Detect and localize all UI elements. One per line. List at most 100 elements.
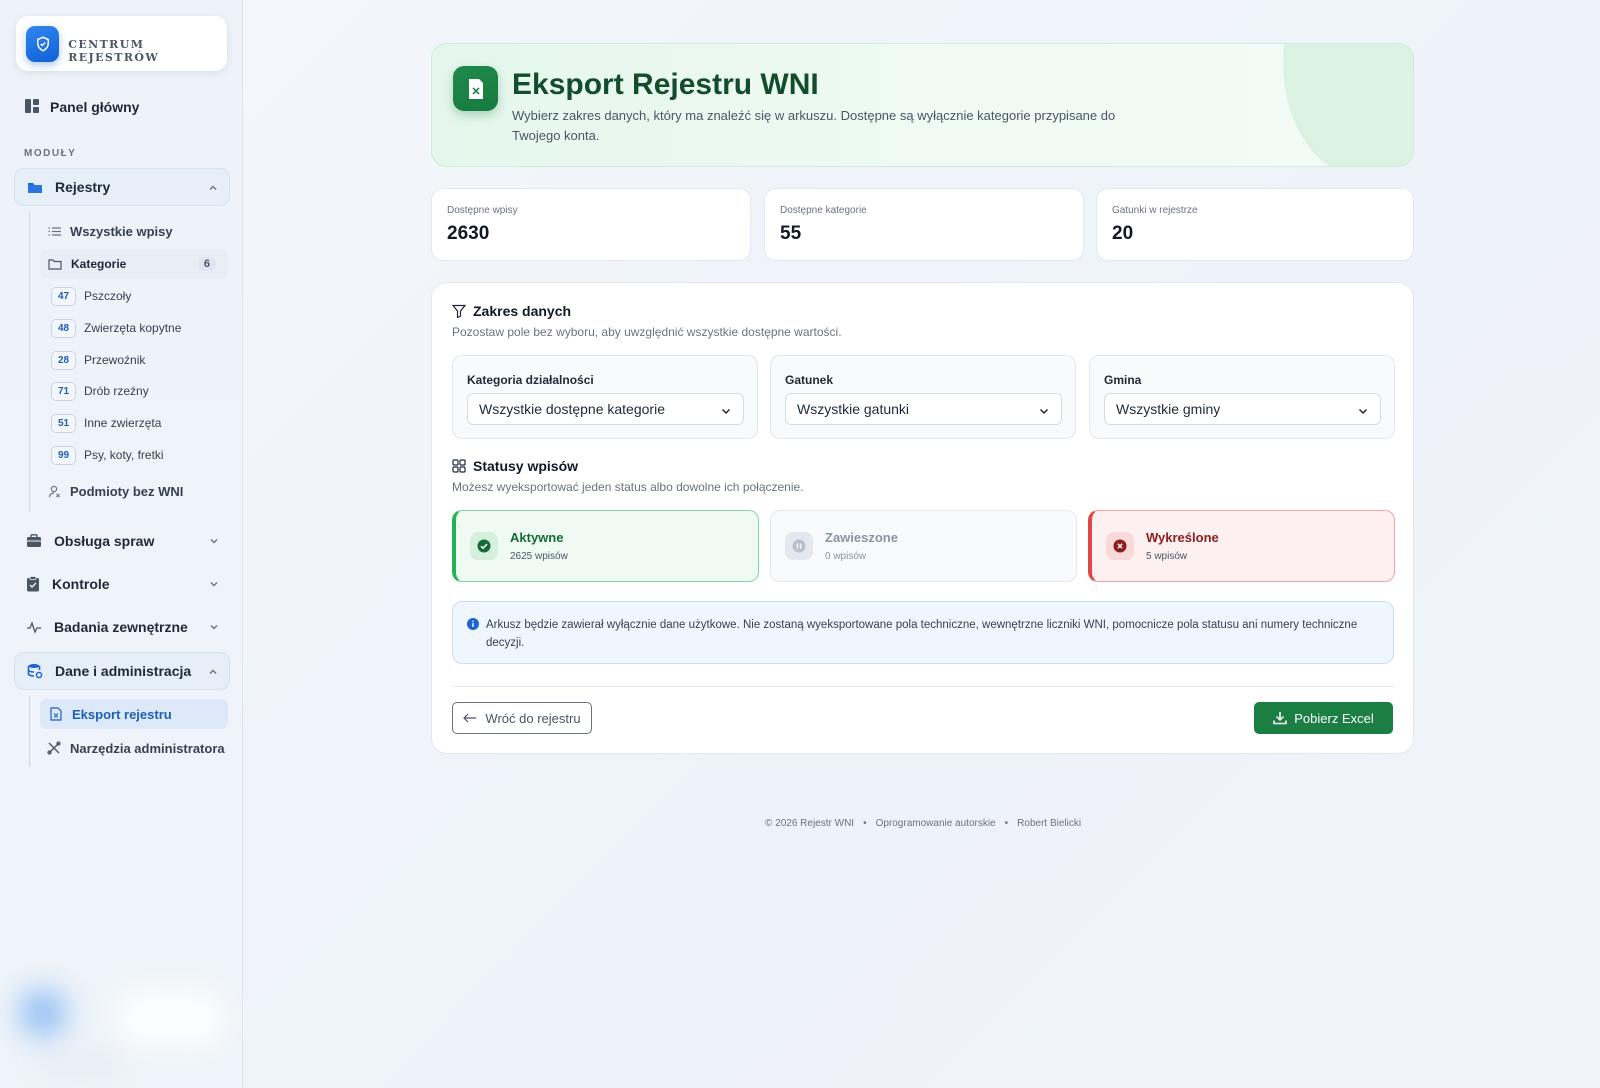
category-label: Przewoźnik [84,353,146,367]
nav-item-categories[interactable]: Kategorie 6 [40,250,228,278]
activity-icon [26,620,42,634]
stat-value: 55 [780,223,802,244]
nav-item-label: Narzędzia administratora [70,740,225,756]
select-value: Wszystkie gminy [1116,401,1221,417]
category-item[interactable]: 48 Zwierzęta kopytne [51,317,181,339]
page-subtitle: Wybierz zakres danych, który ma znaleźć … [512,108,1116,143]
back-to-registry-button[interactable]: Wróć do rejestru [452,702,592,734]
category-label: Zwierzęta kopytne [84,321,182,335]
nav-group-label: Kontrole [52,576,110,592]
section-title-text: Zakres danych [473,303,572,319]
footer-software: Oprogramowanie autorskie [875,818,996,829]
shield-icon [26,25,60,62]
category-code-badge: 47 [51,286,76,306]
stat-value: 20 [1112,223,1134,244]
status-toggle-suspended[interactable]: Zawieszone 0 wpisów [770,510,1077,582]
category-label: Pszczoły [84,289,132,303]
category-item[interactable]: 47 Pszczoły [51,285,131,307]
select-value: Wszystkie gatunki [797,401,910,417]
nav-group-label: Rejestry [55,179,111,195]
category-label: Psy, koty, fretki [84,448,164,462]
nav-item-no-wni[interactable]: Podmioty bez WNI [46,478,183,504]
chevron-down-icon [208,620,220,636]
status-toggle-deleted[interactable]: Wykreślone 5 wpisów [1088,510,1395,582]
nav-dashboard[interactable]: Panel główny [24,95,139,119]
municipality-select[interactable]: Wszystkie gminy [1104,393,1381,425]
grid-icon [452,459,466,473]
brand-name: CENTRUM REJESTRÓW [68,37,160,64]
nav-group-rejestry[interactable]: Rejestry [14,168,230,206]
status-count: 5 wpisów [1146,551,1188,562]
filter-label: Kategoria działalności [467,373,594,387]
folder-blue-icon [27,180,43,194]
category-code-badge: 99 [51,445,76,465]
brand-logo-card[interactable]: CENTRUM REJESTRÓW [16,16,227,71]
nav-group-obsluga[interactable]: Obsługa spraw [14,522,230,560]
section-title-range: Zakres danych [452,303,571,319]
nav-group-label: Dane i administracja [55,663,192,679]
button-label: Pobierz Excel [1294,710,1374,726]
nav-item-admin-tools[interactable]: Narzędzia administratora [46,735,225,761]
species-select[interactable]: Wszystkie gatunki [785,393,1062,425]
arrow-left-icon [463,713,477,723]
status-count: 0 wpisów [825,551,867,562]
hero-banner: Eksport Rejestru WNI Wybierz zakres dany… [431,43,1414,167]
nav-group-kontrole[interactable]: Kontrole [14,565,230,603]
chevron-up-icon [207,181,219,197]
nav-item-export[interactable]: Eksport rejestru [40,699,228,729]
status-toggle-active[interactable]: Aktywne 2625 wpisów [452,510,759,582]
excel-file-icon [48,707,64,721]
nav-group-badania[interactable]: Badania zewnętrzne [14,608,230,646]
filter-card-category: Kategoria działalności Wszystkie dostępn… [452,355,758,439]
category-label: Inne zwierzęta [84,416,162,430]
clipboard-icon [26,576,40,592]
section-desc-range: Pozostaw pole bez wyboru, aby uwzględnić… [452,325,842,339]
sidebar: CENTRUM REJESTRÓW Panel główny MODUŁY Re… [0,0,243,1088]
nav-item-label: Wszystkie wpisy [70,223,173,239]
category-code-badge: 28 [51,350,76,370]
section-label-modules: MODUŁY [24,148,77,159]
stat-label: Dostępne wpisy [447,205,518,216]
download-excel-button[interactable]: Pobierz Excel [1254,702,1393,734]
info-notice: Arkusz będzie zawierał wyłącznie dane uż… [452,601,1394,664]
hero-decoration [1283,44,1413,166]
nav-group-dane[interactable]: Dane i administracja [14,652,230,690]
select-value: Wszystkie dostępne kategorie [479,401,665,417]
footer-author: Robert Bielicki [1017,818,1082,829]
briefcase-icon [26,534,42,548]
section-desc-statuses: Możesz wyeksportować jeden status albo d… [452,480,804,494]
footer-separator: • [863,818,867,829]
status-count: 2625 wpisów [510,551,568,562]
folder-outline-icon [48,258,62,270]
nav-item-all-entries[interactable]: Wszystkie wpisy [46,218,173,244]
chevron-up-icon [207,665,219,681]
pause-circle-icon [785,532,813,560]
category-select[interactable]: Wszystkie dostępne kategorie [467,393,744,425]
stat-label: Gatunki w rejestrze [1112,205,1198,216]
stat-label: Dostępne kategorie [780,205,867,216]
filter-icon [452,304,466,318]
check-circle-icon [470,532,498,560]
download-icon [1273,711,1287,725]
nav-group-label: Obsługa spraw [54,533,155,549]
chevron-down-icon [1038,404,1050,420]
status-name: Aktywne [510,530,564,545]
category-item[interactable]: 28 Przewoźnik [51,349,145,371]
export-form-panel: Zakres danych Pozostaw pole bez wyboru, … [431,282,1414,754]
excel-file-icon [453,66,498,111]
nav-item-label: Eksport rejestru [72,706,172,722]
divider [452,686,1394,687]
stat-card: Gatunki w rejestrze 20 [1096,188,1414,261]
button-label: Wróć do rejestru [485,710,581,726]
footer-copyright: © 2026 Rejestr WNI [765,818,855,829]
category-item[interactable]: 51 Inne zwierzęta [51,412,161,434]
submenu-guide-line [29,696,30,766]
user-off-icon [46,485,62,498]
chevron-down-icon [208,577,220,593]
stat-value: 2630 [447,223,490,244]
info-icon [467,618,479,636]
category-label: Drób rzeźny [84,384,149,398]
category-item[interactable]: 99 Psy, koty, fretki [51,444,164,466]
category-item[interactable]: 71 Drób rzeźny [51,380,149,402]
filter-card-species: Gatunek Wszystkie gatunki [770,355,1076,439]
